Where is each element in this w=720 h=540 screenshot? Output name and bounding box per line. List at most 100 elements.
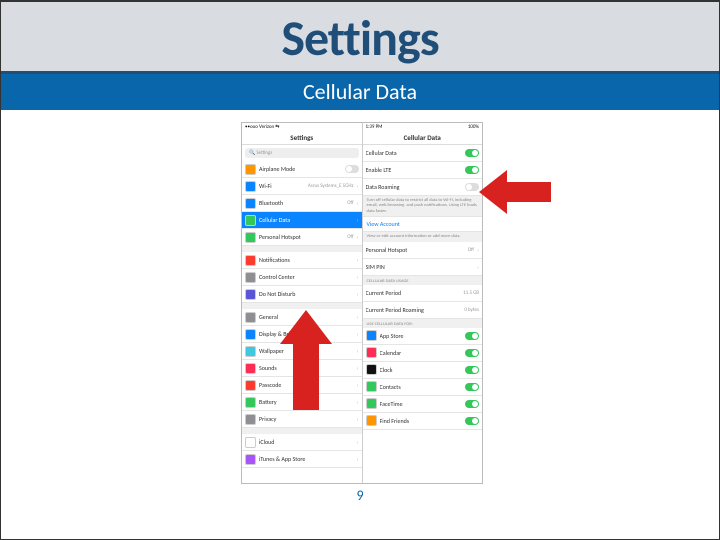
list-item[interactable]: Privacy› xyxy=(242,411,362,428)
sidebar-title: Settings xyxy=(242,131,362,145)
list-item[interactable]: iTunes & App Store› xyxy=(242,451,362,468)
search-icon: 🔍 xyxy=(249,150,255,156)
list-item[interactable]: Current Period Roaming0 bytes xyxy=(363,302,483,319)
list-item[interactable]: Data Roaming xyxy=(363,179,483,196)
search-input[interactable]: 🔍 Settings xyxy=(245,148,359,158)
toggle-switch[interactable] xyxy=(465,349,479,357)
chevron-right-icon: › xyxy=(356,438,358,446)
list-item-label: App Store xyxy=(380,332,463,340)
chevron-right-icon: › xyxy=(356,290,358,298)
list-item[interactable]: Control Center› xyxy=(242,269,362,286)
chevron-right-icon: › xyxy=(356,330,358,338)
app-icon xyxy=(245,255,256,266)
toggle-switch[interactable] xyxy=(465,383,479,391)
chevron-right-icon: › xyxy=(356,381,358,389)
app-icon xyxy=(366,347,377,358)
detail-title: Cellular Data xyxy=(363,131,483,145)
list-item[interactable]: iCloud› xyxy=(242,434,362,451)
app-icon xyxy=(245,198,256,209)
toggle-switch[interactable] xyxy=(465,166,479,174)
app-icon xyxy=(245,346,256,357)
chevron-right-icon: › xyxy=(356,182,358,190)
detail-pane: 1:39 PM 100% Cellular Data Cellular Data… xyxy=(363,123,483,483)
chevron-right-icon: › xyxy=(477,246,479,254)
chevron-right-icon: › xyxy=(356,415,358,423)
list-item[interactable]: SIM PIN› xyxy=(363,259,483,276)
chevron-right-icon: › xyxy=(356,233,358,241)
list-item-value: Asrus Systems_E 5GHz xyxy=(308,183,354,189)
slide-title: Settings xyxy=(1,8,719,69)
list-item[interactable]: Cellular Data xyxy=(363,145,483,162)
chevron-right-icon: › xyxy=(356,398,358,406)
list-item[interactable]: Personal HotspotOff› xyxy=(363,242,483,259)
app-icon xyxy=(366,381,377,392)
account-note: View or edit account information or add … xyxy=(363,232,483,241)
toggle-switch[interactable] xyxy=(465,183,479,191)
list-item[interactable]: Clock xyxy=(363,362,483,379)
app-icon xyxy=(245,363,256,374)
list-item[interactable]: FaceTime xyxy=(363,396,483,413)
status-bar-left: ••ooo Verizon ⇆ xyxy=(242,123,362,131)
list-item[interactable]: Airplane Mode xyxy=(242,161,362,178)
app-icon xyxy=(245,215,256,226)
app-icon xyxy=(245,164,256,175)
apps-header: USE CELLULAR DATA FOR: xyxy=(363,319,483,328)
list-item-label: Personal Hotspot xyxy=(259,233,344,241)
app-icon xyxy=(245,397,256,408)
app-icon xyxy=(245,232,256,243)
arrow-right-shaft xyxy=(501,182,551,202)
list-item-label: Contacts xyxy=(380,383,463,391)
toggle-switch[interactable] xyxy=(465,366,479,374)
list-item-label: Notifications xyxy=(259,256,353,264)
list-item[interactable]: Notifications› xyxy=(242,252,362,269)
list-item-value: 0 bytes xyxy=(464,307,479,313)
slide: Settings Cellular Data ••ooo Verizon ⇆ S… xyxy=(0,0,720,540)
detail-scroll[interactable]: Cellular DataEnable LTEData Roaming Turn… xyxy=(363,145,483,483)
toggle-switch[interactable] xyxy=(465,149,479,157)
app-icon xyxy=(245,312,256,323)
view-account-link[interactable]: View Account xyxy=(363,216,483,232)
list-item[interactable]: Current Period11.5 GB xyxy=(363,285,483,302)
chevron-right-icon: › xyxy=(477,263,479,271)
list-item[interactable]: Cellular Data› xyxy=(242,212,362,229)
toggle-switch[interactable] xyxy=(465,332,479,340)
list-item-label: Personal Hotspot xyxy=(366,246,465,254)
app-icon xyxy=(245,454,256,465)
app-icon xyxy=(366,330,377,341)
toggle-switch[interactable] xyxy=(345,165,359,173)
battery-label: 100% xyxy=(468,124,479,130)
list-item[interactable]: Wi-FiAsrus Systems_E 5GHz› xyxy=(242,178,362,195)
list-item-label: Cellular Data xyxy=(259,216,353,224)
chevron-right-icon: › xyxy=(356,216,358,224)
list-item-label: Current Period xyxy=(366,289,461,297)
stage: ••ooo Verizon ⇆ Settings 🔍 Settings Airp… xyxy=(1,110,719,510)
toggle-switch[interactable] xyxy=(465,400,479,408)
toggle-switch[interactable] xyxy=(465,417,479,425)
arrow-up-icon xyxy=(280,310,332,344)
list-item[interactable]: Personal HotspotOff› xyxy=(242,229,362,246)
list-item[interactable]: Find Friends xyxy=(363,413,483,430)
list-item[interactable]: Contacts xyxy=(363,379,483,396)
list-item[interactable]: Calendar xyxy=(363,345,483,362)
list-item-label: iTunes & App Store xyxy=(259,455,353,463)
list-item-label: Control Center xyxy=(259,273,353,281)
list-item[interactable]: Enable LTE xyxy=(363,162,483,179)
list-item[interactable]: BluetoothOff› xyxy=(242,195,362,212)
list-item[interactable]: App Store xyxy=(363,328,483,345)
carrier-label: ••ooo Verizon ⇆ xyxy=(245,124,279,130)
list-item[interactable]: Do Not Disturb› xyxy=(242,286,362,303)
subtitle-band: Cellular Data xyxy=(1,74,719,110)
chevron-right-icon: › xyxy=(356,364,358,372)
arrow-up-shaft xyxy=(293,340,319,410)
list-item-label: FaceTime xyxy=(380,400,463,408)
list-item-label: Do Not Disturb xyxy=(259,290,353,298)
list-item-label: Bluetooth xyxy=(259,199,344,207)
settings-sidebar: ••ooo Verizon ⇆ Settings 🔍 Settings Airp… xyxy=(242,123,363,483)
list-item-label: Privacy xyxy=(259,415,353,423)
list-item-label: Cellular Data xyxy=(366,149,463,157)
app-icon xyxy=(245,414,256,425)
app-icon xyxy=(366,415,377,426)
search-placeholder: Settings xyxy=(256,150,272,156)
chevron-right-icon: › xyxy=(356,313,358,321)
time-label: 1:39 PM xyxy=(366,124,383,130)
